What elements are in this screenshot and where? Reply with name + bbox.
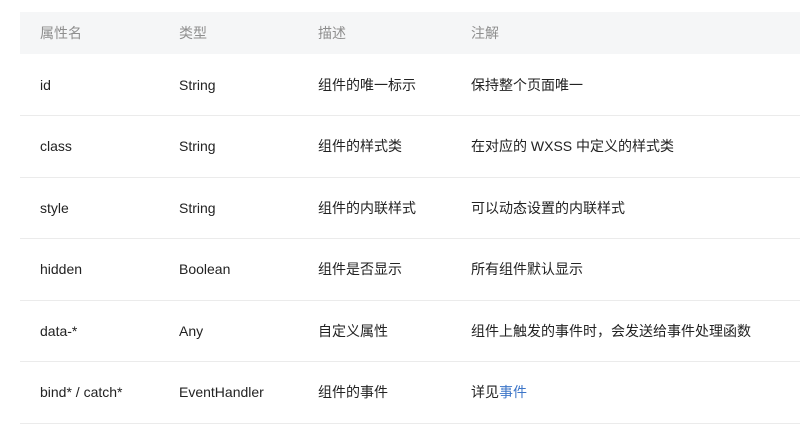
cell-attribute-name: class (40, 138, 72, 155)
event-link[interactable]: 事件 (499, 384, 527, 400)
cell-type: EventHandler (179, 384, 264, 401)
note-text: 可以动态设置的内联样式 (471, 199, 625, 216)
cell-type: Any (179, 322, 204, 339)
cell-type: Boolean (179, 261, 231, 278)
cell-attribute-name: style (40, 199, 69, 216)
cell-type: String (179, 199, 216, 216)
cell-description: 组件的样式类 (318, 138, 402, 155)
cell-description: 组件是否显示 (318, 261, 402, 278)
cell-type: String (179, 76, 216, 93)
cell-description: 组件的事件 (318, 384, 388, 401)
cell-note: 在对应的 WXSS 中定义的样式类 (451, 116, 800, 178)
note-text: 所有组件默认显示 (471, 261, 583, 278)
cell-note: 组件上触发的事件时，会发送给事件处理函数 (451, 300, 800, 362)
cell-description: 组件的内联样式 (318, 199, 416, 216)
attribute-table-container: 属性名 类型 描述 注解 id String 组件的唯一标示 保持整个页面唯一 … (20, 12, 800, 424)
cell-note: 保持整个页面唯一 (451, 54, 800, 116)
header-attribute-name: 属性名 (40, 25, 82, 41)
cell-note: 详见事件 (451, 362, 800, 424)
cell-attribute-name: bind* / catch* (40, 384, 123, 401)
header-type: 类型 (179, 25, 207, 41)
header-description: 描述 (318, 25, 346, 41)
note-text: 详见 (471, 384, 499, 401)
table-row: id String 组件的唯一标示 保持整个页面唯一 (20, 54, 800, 116)
cell-description: 自定义属性 (318, 322, 388, 339)
cell-description: 组件的唯一标示 (318, 76, 416, 93)
cell-type: String (179, 138, 216, 155)
table-row: data-* Any 自定义属性 组件上触发的事件时，会发送给事件处理函数 (20, 300, 800, 362)
note-text: 组件上触发的事件时，会发送给事件处理函数 (471, 322, 751, 339)
table-row: hidden Boolean 组件是否显示 所有组件默认显示 (20, 239, 800, 301)
attribute-table: 属性名 类型 描述 注解 id String 组件的唯一标示 保持整个页面唯一 … (20, 12, 800, 424)
note-text: 保持整个页面唯一 (471, 76, 583, 93)
cell-attribute-name: hidden (40, 261, 83, 278)
cell-attribute-name: id (40, 76, 51, 93)
cell-note: 可以动态设置的内联样式 (451, 177, 800, 239)
header-note: 注解 (471, 25, 499, 41)
note-text: 在对应的 WXSS 中定义的样式类 (471, 138, 675, 155)
table-row: style String 组件的内联样式 可以动态设置的内联样式 (20, 177, 800, 239)
table-header-row: 属性名 类型 描述 注解 (20, 12, 800, 54)
cell-attribute-name: data-* (40, 322, 78, 339)
table-row: bind* / catch* EventHandler 组件的事件 详见事件 (20, 362, 800, 424)
cell-note: 所有组件默认显示 (451, 239, 800, 301)
table-row: class String 组件的样式类 在对应的 WXSS 中定义的样式类 (20, 116, 800, 178)
